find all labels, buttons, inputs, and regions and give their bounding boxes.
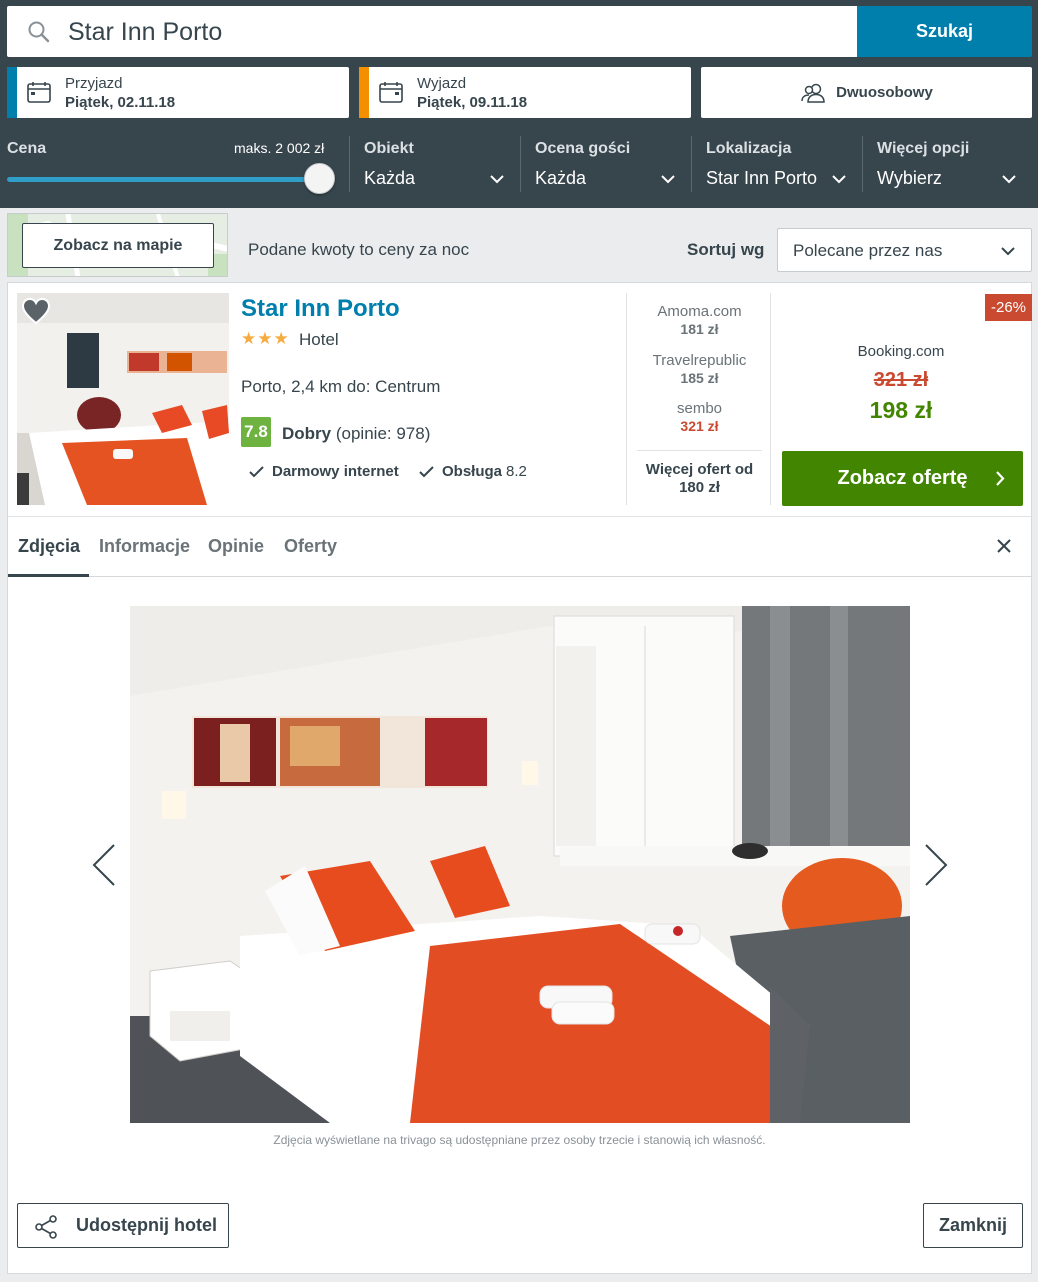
sort-select[interactable]: Polecane przez nas	[777, 228, 1032, 272]
room-type-selector[interactable]: Dwuosobowy	[701, 67, 1032, 118]
sort-value: Polecane przez nas	[793, 241, 943, 260]
location-filter[interactable]: Lokalizacja Star Inn Porto	[691, 136, 862, 192]
price-filter-label: Cena	[7, 140, 47, 157]
filter-bar: Cena maks. 2 002 zł Obiekt Każda Ocena g…	[0, 130, 1038, 208]
filter-title: Ocena gości	[535, 140, 631, 157]
calendar-icon	[27, 82, 51, 103]
photo-gallery[interactable]	[130, 606, 910, 1123]
checkout-value: Piątek, 09.11.18	[417, 94, 528, 111]
photo-caption: Zdjęcia wyświetlane na trivago są udostę…	[273, 1133, 766, 1147]
more-offers-text: Więcej ofert od	[645, 461, 754, 478]
search-icon	[28, 21, 50, 43]
search-input[interactable]: Star Inn Porto	[7, 6, 857, 57]
checkout-accent	[359, 67, 369, 118]
more-offers-price: 180 zł	[679, 479, 720, 496]
tab-info[interactable]: Informacje	[99, 536, 190, 557]
checkin-label: Przyjazd	[65, 75, 123, 92]
room-type-label: Dwuosobowy	[836, 84, 933, 101]
heart-icon[interactable]	[21, 297, 51, 325]
calendar-icon	[379, 82, 403, 103]
amenity-label: Darmowy internet	[272, 463, 399, 480]
amenity-score: 8.2	[506, 463, 527, 480]
discount-badge: -26%	[985, 294, 1032, 321]
property-type-filter[interactable]: Obiekt Każda	[349, 136, 520, 192]
active-tab-indicator	[8, 574, 89, 577]
search-button[interactable]: Szukaj	[857, 6, 1032, 57]
offer-item[interactable]: Travelrepublic 185 zł	[627, 352, 772, 386]
filter-value: Każda	[535, 168, 587, 188]
hotel-card: Star Inn Porto ★★★ Hotel Porto, 2,4 km d…	[7, 282, 1032, 1274]
close-icon[interactable]	[995, 537, 1013, 555]
chevron-left-icon[interactable]	[92, 843, 116, 887]
share-icon	[35, 1215, 57, 1239]
check-icon	[419, 465, 434, 477]
alternative-offers: Amoma.com 181 zł Travelrepublic 185 zł s…	[626, 293, 771, 505]
hotel-type: Hotel	[299, 330, 339, 349]
close-button[interactable]: Zamknij	[923, 1203, 1023, 1248]
best-deal-provider: Booking.com	[857, 343, 945, 360]
filter-value: Każda	[364, 168, 416, 188]
view-deal-button[interactable]: Zobacz ofertę	[782, 451, 1023, 506]
chevron-down-icon	[1002, 175, 1016, 184]
price-slider-track[interactable]	[7, 177, 312, 182]
price-slider-handle[interactable]	[304, 163, 335, 194]
filter-value: Wybierz	[877, 168, 942, 188]
tab-photos[interactable]: Zdjęcia	[18, 536, 80, 557]
offer-item[interactable]: Amoma.com 181 zł	[627, 303, 772, 337]
rating-badge[interactable]: 7.8	[241, 417, 271, 447]
chevron-right-icon[interactable]	[924, 843, 948, 887]
amenity-wifi: Darmowy internet	[249, 463, 399, 480]
rating-summary[interactable]: Dobry (opinie: 978)	[282, 424, 430, 444]
amenity-label: Obsługa	[442, 463, 503, 480]
sort-label: Sortuj wg	[687, 240, 765, 259]
price-note: Podane kwoty to ceny za noc	[248, 240, 470, 259]
offer-price: 321 zł	[680, 418, 719, 434]
more-offers-link[interactable]: Więcej ofert od 180 zł	[637, 450, 762, 497]
offer-provider: Amoma.com	[657, 303, 742, 320]
deal-price: 198 zł	[869, 397, 933, 423]
hotel-room-photo	[130, 606, 910, 1123]
tab-reviews[interactable]: Opinie	[208, 536, 264, 557]
chevron-down-icon	[1001, 247, 1015, 256]
filter-value: Star Inn Porto	[706, 168, 818, 188]
hotel-thumbnail[interactable]	[17, 293, 229, 505]
review-count: (opinie: 978)	[335, 424, 431, 443]
guest-rating-filter[interactable]: Ocena gości Każda	[520, 136, 691, 192]
view-deal-label: Zobacz ofertę	[837, 467, 968, 489]
chevron-down-icon	[490, 175, 504, 184]
offer-price: 185 zł	[680, 370, 719, 386]
detail-tabs: Zdjęcia Informacje Opinie Oferty	[8, 516, 1031, 577]
offer-provider: Travelrepublic	[652, 352, 747, 369]
hotel-location[interactable]: Porto, 2,4 km do: Centrum	[241, 377, 440, 397]
amenity-service: Obsługa 8.2	[419, 463, 527, 480]
checkin-field[interactable]: Przyjazd Piątek, 02.11.18	[7, 67, 349, 118]
offer-price: 181 zł	[680, 321, 719, 337]
guests-icon	[801, 83, 825, 103]
hotel-name[interactable]: Star Inn Porto	[241, 295, 400, 323]
chevron-down-icon	[661, 175, 675, 184]
star-rating: ★★★	[241, 329, 290, 348]
filter-title: Lokalizacja	[706, 140, 792, 157]
tab-deals[interactable]: Oferty	[284, 536, 337, 557]
checkin-value: Piątek, 02.11.18	[65, 94, 176, 111]
check-icon	[249, 465, 264, 477]
filter-title: Obiekt	[364, 140, 414, 157]
filter-title: Więcej opcji	[877, 140, 970, 157]
share-hotel-button[interactable]: Udostępnij hotel	[17, 1203, 229, 1248]
search-header: Star Inn Porto Szukaj Przyjazd Piątek, 0…	[0, 0, 1038, 208]
rating-word: Dobry	[282, 424, 332, 443]
checkin-accent	[7, 67, 17, 118]
offer-item[interactable]: sembo 321 zł	[627, 400, 772, 434]
more-options-filter[interactable]: Więcej opcji Wybierz	[862, 136, 1032, 192]
show-map-button[interactable]: Zobacz na mapie	[22, 223, 214, 268]
share-label: Udostępnij hotel	[76, 1215, 217, 1235]
checkout-label: Wyjazd	[417, 75, 467, 92]
checkout-field[interactable]: Wyjazd Piątek, 09.11.18	[359, 67, 691, 118]
chevron-right-icon	[996, 471, 1005, 486]
chevron-down-icon	[832, 175, 846, 184]
price-filter-max: maks. 2 002 zł	[234, 140, 325, 156]
offer-provider: sembo	[676, 400, 723, 417]
search-query[interactable]: Star Inn Porto	[68, 18, 222, 47]
old-price: 321 zł	[873, 369, 929, 391]
